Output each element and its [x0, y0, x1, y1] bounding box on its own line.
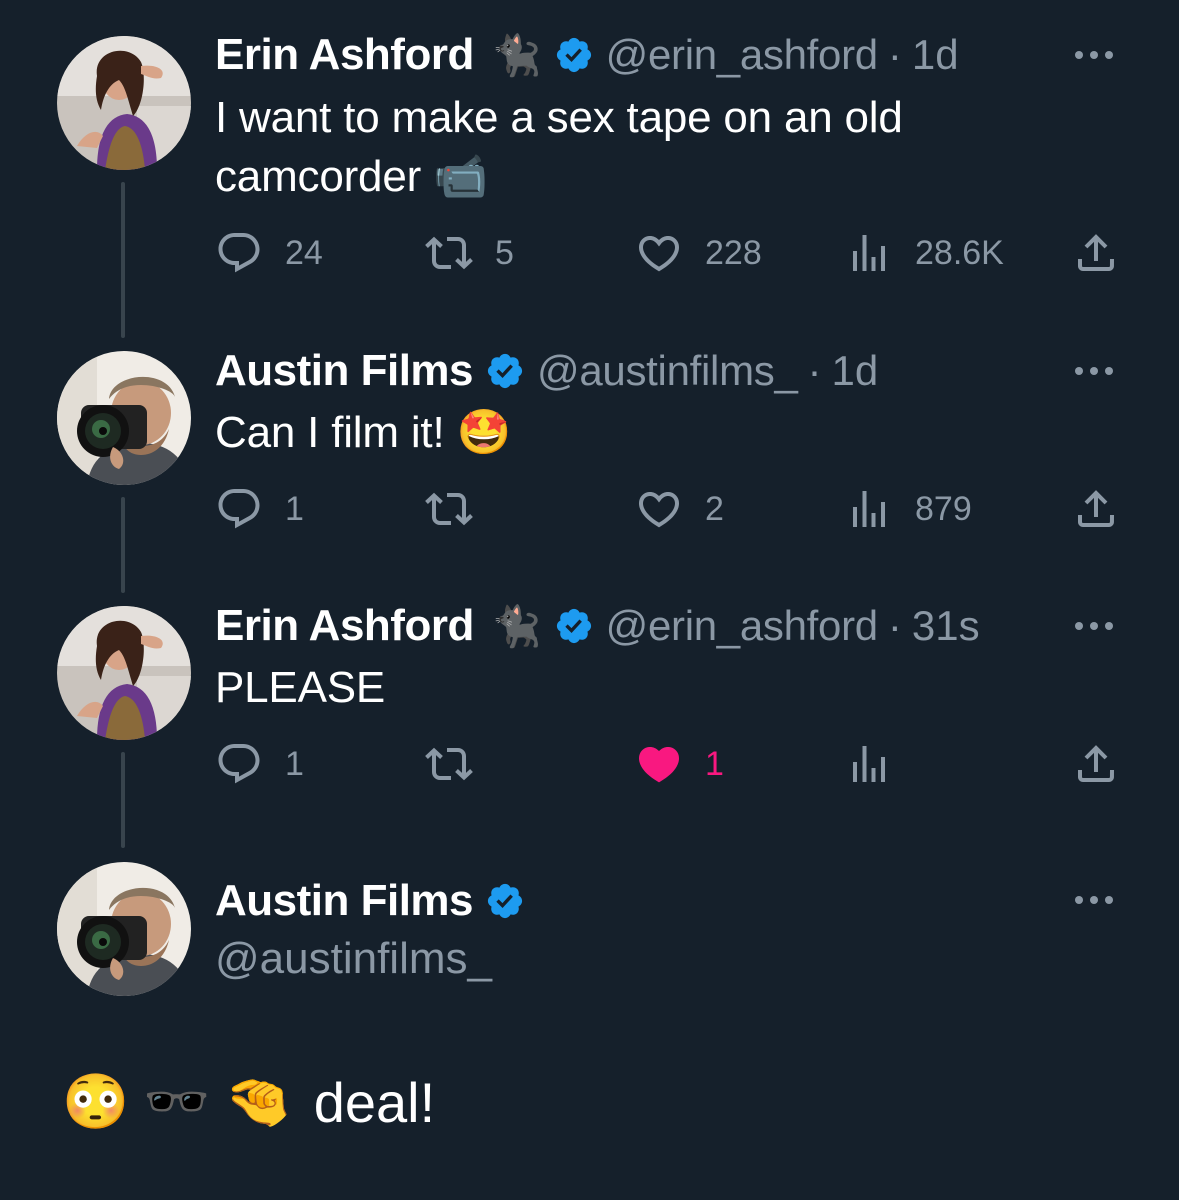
avatar[interactable] [57, 351, 191, 485]
timestamp[interactable]: 31s [912, 602, 980, 650]
retweet-icon [425, 740, 473, 788]
handle[interactable]: @erin_ashford [606, 31, 879, 79]
like-button[interactable]: 2 [635, 484, 724, 534]
views-button[interactable]: 28.6K [845, 228, 1004, 278]
retweet-button[interactable]: 5 [425, 228, 514, 278]
tweet-text-line: I want to make a sex tape on an old [215, 93, 903, 142]
tweet-text: 😳 🕶️ 🤏 deal! [62, 1070, 435, 1135]
reply-button[interactable]: 24 [215, 228, 323, 278]
like-icon [635, 485, 683, 533]
like-button[interactable]: 1 [635, 739, 724, 789]
share-icon [1072, 485, 1120, 533]
verified-icon[interactable] [554, 35, 594, 75]
retweet-icon [425, 485, 473, 533]
pinching-hand-emoji: 🤏 [224, 1072, 292, 1132]
reply-icon [215, 485, 263, 533]
verified-icon[interactable] [554, 606, 594, 646]
tweet-text-line: PLEASE [215, 663, 386, 712]
share-button[interactable] [1072, 484, 1120, 534]
avatar[interactable] [57, 36, 191, 170]
share-button[interactable] [1072, 739, 1120, 789]
handle[interactable]: @erin_ashford [606, 602, 879, 650]
avatar[interactable] [57, 606, 191, 740]
more-icon[interactable] [1075, 45, 1121, 65]
share-icon [1072, 229, 1120, 277]
tweet-header: Erin Ashford 🐈‍⬛ @erin_ashford · 1d [215, 30, 959, 80]
action-bar: 24 5 228 28.6K [215, 228, 1120, 278]
separator: · [807, 347, 822, 394]
more-icon[interactable] [1075, 361, 1121, 381]
view-count: 28.6K [915, 233, 1004, 272]
reply-count: 1 [285, 744, 304, 783]
timestamp[interactable]: 1d [912, 31, 959, 79]
action-bar: 1 2 879 [215, 484, 1120, 534]
retweet-button[interactable] [425, 739, 473, 789]
like-icon [635, 229, 683, 277]
like-count: 1 [705, 744, 724, 783]
handle[interactable]: @austinfilms_ [537, 347, 798, 395]
reply-icon [215, 229, 263, 277]
cat-emoji: 🐈‍⬛ [491, 33, 542, 78]
timestamp[interactable]: 1d [832, 347, 879, 395]
display-name[interactable]: Erin Ashford [215, 30, 474, 80]
tweet-text-line: Can I film it! 🤩 [215, 408, 512, 457]
views-icon [845, 485, 893, 533]
action-bar: 1 1 [215, 739, 1120, 789]
cat-emoji: 🐈‍⬛ [491, 604, 542, 649]
retweet-button[interactable] [425, 484, 473, 534]
more-icon[interactable] [1075, 890, 1121, 910]
share-button[interactable] [1072, 228, 1120, 278]
separator: · [887, 31, 902, 78]
views-button[interactable]: 879 [845, 484, 972, 534]
thread-line [121, 752, 125, 848]
thread-line [121, 497, 125, 593]
tweet-text-line: camcorder 📹 [215, 152, 488, 201]
view-count: 879 [915, 489, 972, 528]
tweet-header: Austin Films [215, 876, 525, 926]
like-count: 228 [705, 233, 762, 272]
tweet-header: Erin Ashford 🐈‍⬛ @erin_ashford · 31s [215, 601, 980, 651]
verified-icon[interactable] [485, 351, 525, 391]
tweet-text: I want to make a sex tape on an old camc… [215, 88, 903, 206]
tweet-header: Austin Films @austinfilms_ · 1d [215, 346, 878, 396]
like-button[interactable]: 228 [635, 228, 762, 278]
reply-button[interactable]: 1 [215, 739, 304, 789]
separator: · [887, 602, 902, 649]
thread-line [121, 182, 125, 338]
tweet-text-line: deal! [313, 1071, 436, 1134]
share-icon [1072, 740, 1120, 788]
views-icon [845, 740, 893, 788]
display-name[interactable]: Austin Films [215, 876, 474, 926]
tweet-text: Can I film it! 🤩 [215, 403, 511, 462]
views-button[interactable] [845, 739, 893, 789]
like-filled-icon [635, 740, 683, 788]
flushed-emoji: 😳 [62, 1072, 130, 1132]
reply-count: 1 [285, 489, 304, 528]
retweet-icon [425, 229, 473, 277]
avatar[interactable] [57, 862, 191, 996]
sunglasses-emoji: 🕶️ [143, 1072, 211, 1132]
more-icon[interactable] [1075, 616, 1121, 636]
like-count: 2 [705, 489, 724, 528]
reply-icon [215, 740, 263, 788]
views-icon [845, 229, 893, 277]
retweet-count: 5 [495, 233, 514, 272]
tweet-text: PLEASE [215, 658, 385, 717]
verified-icon[interactable] [485, 881, 525, 921]
handle[interactable]: @austinfilms_ [215, 934, 492, 984]
reply-button[interactable]: 1 [215, 484, 304, 534]
display-name[interactable]: Erin Ashford [215, 601, 474, 651]
reply-count: 24 [285, 233, 323, 272]
display-name[interactable]: Austin Films [215, 346, 474, 396]
